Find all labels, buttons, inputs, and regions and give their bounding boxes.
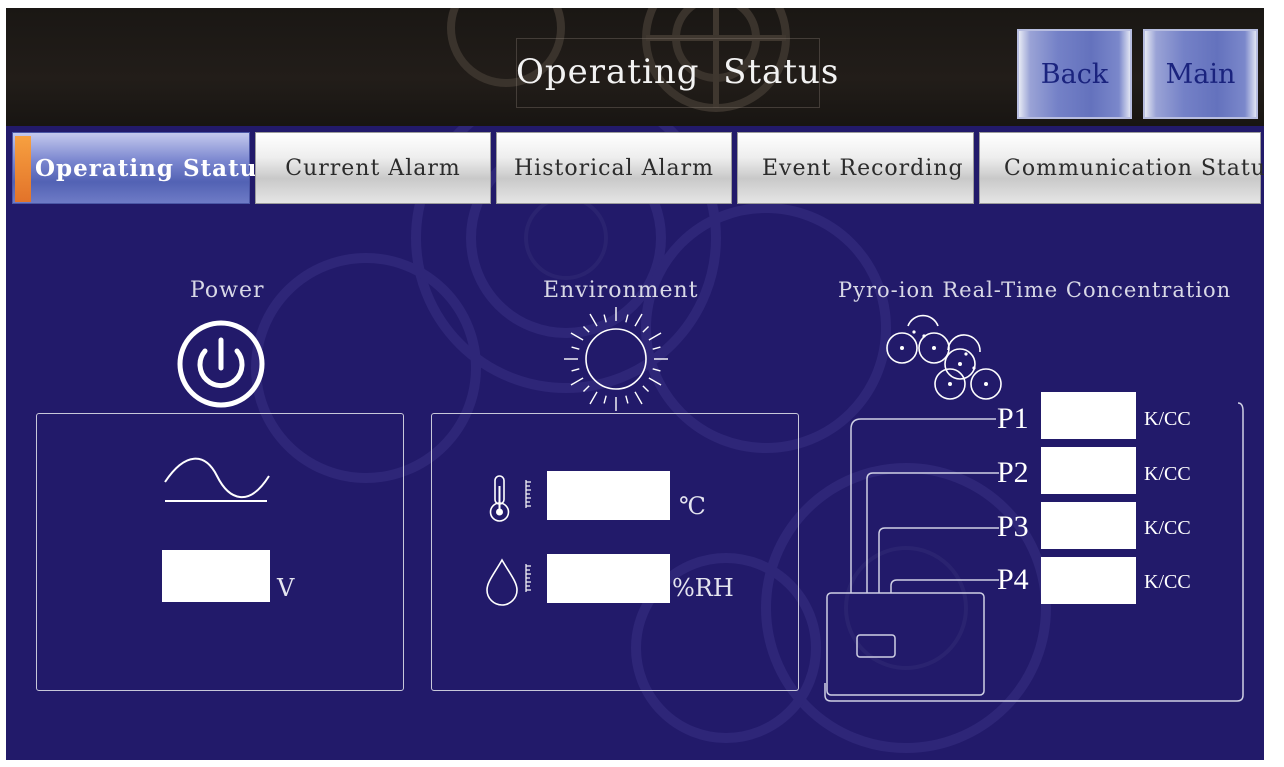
probe-p1-unit: K/CC <box>1144 408 1191 430</box>
page-title: Operating Status <box>516 52 840 92</box>
sun-ray <box>571 346 580 350</box>
probe-p2-unit: K/CC <box>1144 463 1191 485</box>
sun-ray <box>582 325 590 333</box>
environment-panel <box>431 413 799 691</box>
probe-p1-value-field[interactable] <box>1041 392 1136 439</box>
tab-label: Communication Status <box>1004 155 1264 181</box>
ion-cluster-icon <box>886 314 1002 400</box>
water-drop-icon <box>486 558 531 606</box>
tab-label: Current Alarm <box>285 155 461 181</box>
sun-icon <box>564 307 668 411</box>
humidity-unit: %RH <box>672 574 734 602</box>
probe-p3-value-field[interactable] <box>1041 502 1136 549</box>
probe-p2-label: P2 <box>997 456 1029 489</box>
tab-label: Operating Status <box>35 154 272 182</box>
probe-p4-value-field[interactable] <box>1041 557 1136 604</box>
power-icon <box>177 320 265 408</box>
sun-ray <box>625 314 629 323</box>
sun-ray <box>582 385 590 393</box>
thermometer-icon <box>489 475 531 522</box>
hmi-screen: Operating Status Back Main Operating Sta… <box>6 8 1264 760</box>
probe-p3-label: P3 <box>997 510 1029 543</box>
temperature-unit: ℃ <box>679 492 706 520</box>
probe-p4-label: P4 <box>997 563 1029 596</box>
sun-ray <box>642 385 650 393</box>
tab-operating-status[interactable]: Operating Status <box>12 132 270 204</box>
sun-ray <box>648 377 662 386</box>
sun-ray <box>571 368 580 372</box>
tab-label: Event Recording <box>762 155 964 181</box>
sun-ray <box>570 377 584 386</box>
humidity-value-field[interactable] <box>547 554 670 603</box>
sun-ray <box>603 395 607 404</box>
sun-ray <box>603 314 607 323</box>
pyro-ion-label: Pyro-ion Real-Time Concentration <box>838 278 1232 302</box>
tab-label: Historical Alarm <box>513 155 715 181</box>
sun-ray <box>648 332 662 341</box>
voltage-unit: V <box>277 574 295 602</box>
sun-ray <box>642 325 650 333</box>
sun-ray <box>652 368 661 372</box>
probe-p1-label: P1 <box>997 402 1029 435</box>
probe-p4-unit: K/CC <box>1144 571 1191 593</box>
sun-ray <box>570 332 584 341</box>
back-button[interactable]: Back <box>1017 29 1132 119</box>
tab-communication-status[interactable]: Communication Status <box>979 132 1264 204</box>
environment-label: Environment <box>543 278 699 303</box>
sun-ray <box>634 391 643 405</box>
probe-p3-unit: K/CC <box>1144 517 1191 539</box>
sun-ray <box>652 346 661 350</box>
sun-ray <box>625 395 629 404</box>
sun-ray <box>589 391 598 405</box>
main-button[interactable]: Main <box>1143 29 1258 119</box>
voltage-value-field[interactable] <box>162 550 270 602</box>
tab-event-recording[interactable]: Event Recording <box>737 132 974 204</box>
tab-historical-alarm[interactable]: Historical Alarm <box>496 132 732 204</box>
sine-wave-icon <box>164 457 270 502</box>
sensor-wiring <box>824 402 1244 702</box>
sun-ray <box>589 313 598 327</box>
temperature-value-field[interactable] <box>547 471 670 520</box>
tab-current-alarm[interactable]: Current Alarm <box>255 132 491 204</box>
power-label: Power <box>190 278 265 303</box>
probe-p2-value-field[interactable] <box>1041 447 1136 494</box>
sun-ray <box>634 313 643 327</box>
header-bar: Operating Status Back Main <box>6 8 1264 126</box>
active-tab-marker <box>15 136 31 202</box>
